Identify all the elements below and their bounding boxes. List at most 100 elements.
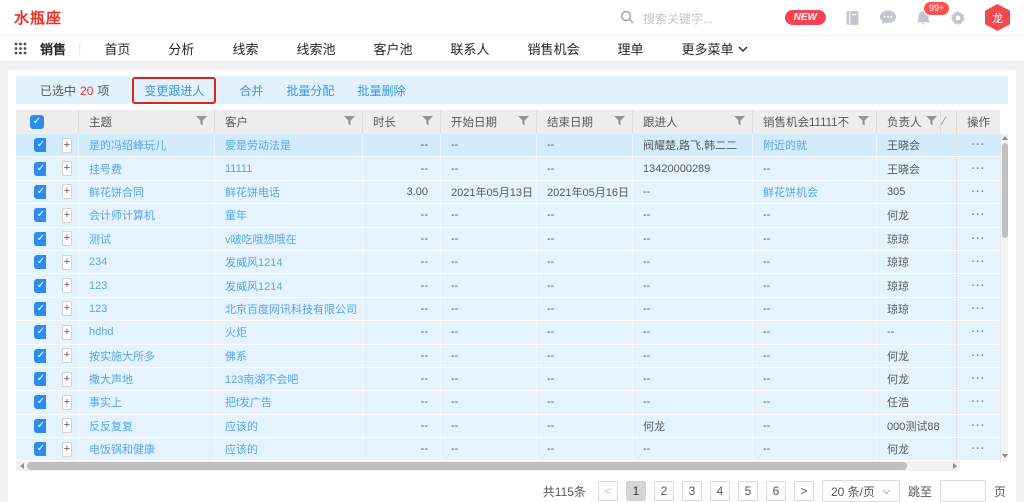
select-all-checkbox[interactable] [30, 115, 44, 129]
nav-item-leads[interactable]: 线索 [213, 39, 277, 58]
notebook-icon[interactable] [845, 10, 860, 26]
cell-subject[interactable]: 事实上 [78, 391, 214, 413]
row-checkbox[interactable] [34, 325, 46, 339]
scroll-down-arrow-icon[interactable] [1002, 454, 1008, 458]
jump-to-page-input[interactable] [940, 480, 986, 502]
page-number-button[interactable]: 2 [654, 481, 674, 501]
bell-icon[interactable]: 99+ [916, 10, 931, 26]
cell-subject[interactable]: 按实施大所多 [78, 345, 214, 367]
gear-icon[interactable] [950, 10, 966, 26]
user-avatar[interactable]: 龙 [985, 4, 1010, 31]
row-more-actions-button[interactable]: ··· [972, 233, 986, 245]
cell-opportunity[interactable]: 附近的就 [752, 134, 876, 156]
row-more-actions-button[interactable]: ··· [972, 326, 986, 338]
row-more-actions-button[interactable]: ··· [972, 280, 986, 292]
next-page-button[interactable]: > [794, 481, 814, 501]
row-checkbox[interactable] [34, 185, 46, 199]
row-more-actions-button[interactable]: ··· [972, 139, 986, 151]
nav-item-home[interactable]: 首页 [85, 39, 149, 58]
expand-row-button[interactable]: + [62, 138, 72, 153]
prev-page-button[interactable]: < [598, 481, 618, 501]
row-more-actions-button[interactable]: ··· [972, 163, 986, 175]
expand-row-button[interactable]: + [62, 278, 72, 293]
row-more-actions-button[interactable]: ··· [972, 209, 986, 221]
vertical-scroll-thumb[interactable] [1002, 143, 1008, 238]
filter-icon[interactable] [344, 116, 355, 129]
batch-delete-button[interactable]: 批量删除 [357, 82, 405, 99]
global-search-input[interactable]: 搜索关键字... [620, 0, 713, 36]
cell-customer[interactable]: 把f发广告 [214, 391, 362, 413]
filter-icon[interactable] [422, 116, 433, 129]
cell-customer[interactable]: 11111 [214, 157, 362, 179]
merge-button[interactable]: 合并 [239, 82, 263, 99]
cell-customer[interactable]: 应该的 [214, 438, 362, 460]
expand-row-button[interactable]: + [62, 348, 72, 363]
expand-row-button[interactable]: + [62, 161, 72, 176]
row-checkbox[interactable] [34, 279, 46, 293]
row-checkbox[interactable] [34, 372, 46, 386]
expand-row-button[interactable]: + [62, 418, 72, 433]
change-follower-button[interactable]: 变更跟进人 [144, 84, 204, 98]
filter-icon[interactable] [196, 116, 207, 129]
cell-customer[interactable]: v啵吃哦想哦在 [214, 228, 362, 250]
cell-customer[interactable]: 鲜花饼电话 [214, 181, 362, 203]
expand-row-button[interactable]: + [62, 231, 72, 246]
filter-icon[interactable] [858, 116, 869, 129]
cell-customer[interactable]: 童年 [214, 204, 362, 226]
page-number-button[interactable]: 1 [626, 481, 646, 501]
cell-subject[interactable]: 鲜花饼合同 [78, 181, 214, 203]
row-checkbox[interactable] [34, 395, 46, 409]
expand-row-button[interactable]: + [62, 255, 72, 270]
filter-icon[interactable] [926, 116, 937, 129]
expand-row-button[interactable]: + [62, 184, 72, 199]
row-checkbox[interactable] [34, 419, 46, 433]
nav-item-analysis[interactable]: 分析 [149, 39, 213, 58]
page-number-button[interactable]: 6 [766, 481, 786, 501]
nav-item-opportunities[interactable]: 销售机会 [509, 39, 599, 58]
cell-subject[interactable]: 电饭锅和健康 [78, 438, 214, 460]
chat-icon[interactable] [879, 10, 897, 25]
cell-subject[interactable]: 123 [78, 298, 214, 320]
cell-customer[interactable]: 应该的 [214, 415, 362, 437]
cell-customer[interactable]: 爱是劳动法是 [214, 134, 362, 156]
row-checkbox[interactable] [34, 302, 46, 316]
cell-subject[interactable]: 234 [78, 251, 214, 273]
row-checkbox[interactable] [34, 349, 46, 363]
app-grid-icon[interactable] [14, 42, 27, 55]
row-more-actions-button[interactable]: ··· [972, 350, 986, 362]
cell-subject[interactable]: 123 [78, 274, 214, 296]
page-number-button[interactable]: 3 [682, 481, 702, 501]
horizontal-scrollbar[interactable] [16, 461, 960, 471]
cell-subject[interactable]: 撒大声地 [78, 368, 214, 390]
row-more-actions-button[interactable]: ··· [972, 303, 986, 315]
row-checkbox[interactable] [34, 162, 46, 176]
cell-opportunity[interactable]: 鲜花饼机会 [752, 181, 876, 203]
cell-subject[interactable]: 测试 [78, 228, 214, 250]
cell-subject[interactable]: 会计师计算机 [78, 204, 214, 226]
batch-assign-button[interactable]: 批量分配 [286, 82, 334, 99]
row-checkbox[interactable] [34, 232, 46, 246]
cell-customer[interactable]: 北京百度网讯科技有限公司 [214, 298, 362, 320]
nav-more-menu[interactable]: 更多菜单 [663, 39, 752, 58]
nav-item-contacts[interactable]: 联系人 [431, 39, 508, 58]
expand-row-button[interactable]: + [62, 395, 72, 410]
row-more-actions-button[interactable]: ··· [972, 186, 986, 198]
cell-customer[interactable]: 佛系 [214, 345, 362, 367]
scroll-left-arrow-icon[interactable] [16, 463, 27, 469]
filter-icon[interactable] [614, 116, 625, 129]
cell-subject[interactable]: 挂号费 [78, 157, 214, 179]
row-more-actions-button[interactable]: ··· [972, 420, 986, 432]
nav-item-customer-pool[interactable]: 客户池 [354, 39, 431, 58]
expand-row-button[interactable]: + [62, 325, 72, 340]
row-more-actions-button[interactable]: ··· [972, 373, 986, 385]
cell-customer[interactable]: 123南湖不会吧 [214, 368, 362, 390]
page-number-button[interactable]: 5 [738, 481, 758, 501]
expand-row-button[interactable]: + [62, 301, 72, 316]
page-number-button[interactable]: 4 [710, 481, 730, 501]
scroll-right-arrow-icon[interactable] [949, 463, 960, 469]
cell-subject[interactable]: 是的冯绍峰玩儿 [78, 134, 214, 156]
filter-icon[interactable] [734, 116, 745, 129]
page-size-select[interactable]: 20 条/页 [822, 480, 900, 502]
expand-row-button[interactable]: + [62, 208, 72, 223]
expand-row-button[interactable]: + [62, 442, 72, 457]
